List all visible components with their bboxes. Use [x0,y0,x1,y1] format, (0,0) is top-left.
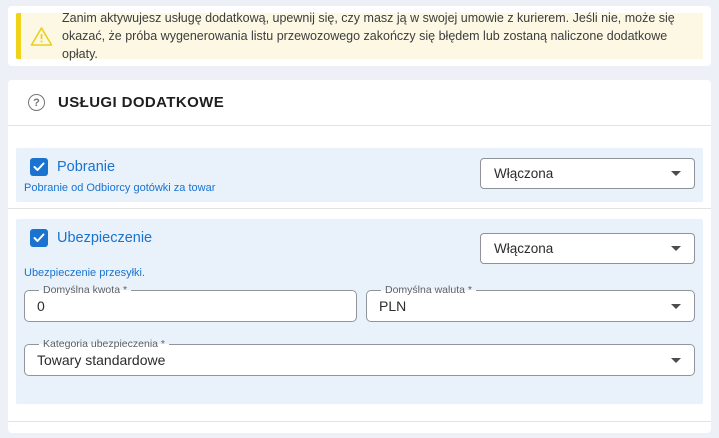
pobranie-checkbox-row[interactable]: Pobranie [30,158,215,176]
default-currency-select[interactable]: Domyślna waluta * PLN [366,284,695,322]
insurance-category-value: Towary standardowe [37,352,682,368]
ubezpieczenie-status-select[interactable]: Włączona [480,233,695,264]
default-amount-input[interactable] [37,298,344,314]
warning-text: Zanim aktywujesz usługę dodatkową, upewn… [62,9,691,63]
header-divider [8,125,711,126]
ubezpieczenie-description: Ubezpieczenie przesyłki. [24,267,695,279]
pobranie-status-select[interactable]: Włączona [480,158,695,189]
warning-triangle-icon [30,26,53,47]
chevron-down-icon [671,171,681,176]
section-pobranie: Pobranie Pobranie od Odbiorcy gotówki za… [16,148,703,202]
ubezpieczenie-label: Ubezpieczenie [57,230,152,246]
warning-card: Zanim aktywujesz usługę dodatkową, upewn… [8,6,711,66]
pobranie-label: Pobranie [57,159,115,175]
settings-page: Zanim aktywujesz usługę dodatkową, upewn… [0,0,719,438]
ubezpieczenie-checkbox[interactable] [30,229,48,247]
page-title: USŁUGI DODATKOWE [58,94,224,111]
default-currency-value: PLN [379,298,682,314]
section-ubezpieczenie: Ubezpieczenie Włączona Ubezpieczenie prz… [16,219,703,404]
card-header: ? USŁUGI DODATKOWE [8,80,711,125]
pobranie-checkbox[interactable] [30,158,48,176]
ubezpieczenie-checkbox-row[interactable]: Ubezpieczenie [30,229,152,247]
ubezpieczenie-status-value: Włączona [494,241,553,256]
chevron-down-icon [671,246,681,251]
default-currency-label: Domyślna waluta * [381,284,476,296]
pobranie-description: Pobranie od Odbiorcy gotówki za towar [24,182,215,194]
section-divider [8,208,711,209]
bottom-divider [8,421,711,422]
chevron-down-icon [671,304,681,309]
help-icon[interactable]: ? [28,94,45,111]
warning-banner: Zanim aktywujesz usługę dodatkową, upewn… [16,13,703,59]
chevron-down-icon [671,358,681,363]
additional-services-card: ? USŁUGI DODATKOWE Pobranie Pobranie od [8,80,711,433]
default-amount-field[interactable]: Domyślna kwota * [24,284,357,322]
default-amount-label: Domyślna kwota * [39,284,131,296]
insurance-category-select[interactable]: Kategoria ubezpieczenia * Towary standar… [24,338,695,376]
insurance-category-label: Kategoria ubezpieczenia * [39,338,169,350]
pobranie-status-value: Włączona [494,166,553,181]
